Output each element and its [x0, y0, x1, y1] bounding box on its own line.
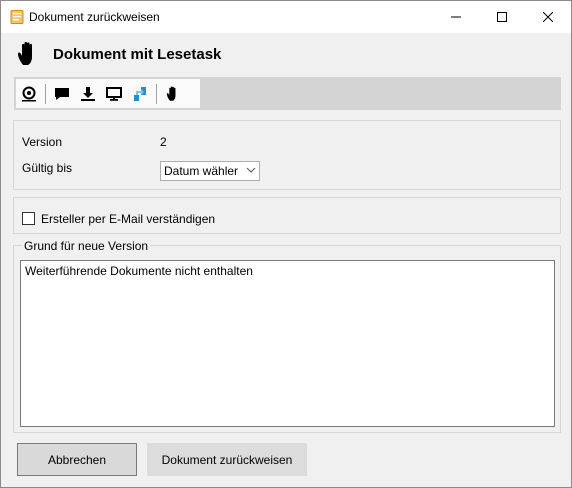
close-button[interactable]	[525, 1, 571, 33]
chevron-down-icon	[246, 167, 256, 173]
cancel-button-label: Abbrechen	[47, 452, 107, 467]
version-label: Version	[22, 135, 63, 149]
reason-textarea[interactable]: Weiterführende Dokumente nicht enthalten	[20, 260, 555, 427]
maximize-icon	[497, 12, 507, 22]
transfer-icon	[134, 86, 146, 101]
page-title: Dokument mit Lesetask	[53, 46, 222, 63]
version-panel: Version 2 Gültig bis Datum wähler	[13, 120, 561, 190]
title-bar[interactable]: Dokument zurückweisen	[1, 1, 571, 33]
hand-stop-icon	[18, 41, 32, 65]
valid-until-label: Gültig bis	[22, 161, 73, 175]
dialog-window: Dokument zurückweisen Dokument mit Leset…	[0, 0, 572, 488]
reject-document-button-label: Dokument zurückweisen	[161, 452, 293, 467]
minimize-button[interactable]	[433, 1, 479, 33]
toolbar-button-download[interactable]	[75, 81, 101, 107]
reason-legend: Grund für neue Version	[22, 239, 151, 253]
dialog-header: Dokument mit Lesetask	[17, 41, 557, 71]
version-value: 2	[160, 135, 167, 149]
notify-panel: Ersteller per E-Mail verständigen	[13, 197, 561, 234]
date-picker[interactable]: Datum wähler	[160, 161, 260, 181]
close-icon	[543, 12, 553, 22]
notify-creator-checkbox[interactable]	[22, 212, 35, 225]
toolbar-button-transfer[interactable]	[127, 81, 153, 107]
comment-icon	[55, 87, 69, 100]
toolbar-button-comment[interactable]	[49, 81, 75, 107]
download-icon	[81, 86, 95, 101]
reason-text: Weiterführende Dokumente nicht enthalten	[25, 264, 253, 278]
toolbar	[14, 77, 561, 110]
hand-stop-icon	[166, 86, 176, 101]
reason-group: Grund für neue Version Weiterführende Do…	[13, 239, 561, 433]
toolbar-button-help[interactable]	[16, 81, 42, 107]
reject-document-button[interactable]: Dokument zurückweisen	[147, 443, 307, 476]
maximize-button[interactable]	[479, 1, 525, 33]
date-picker-value: Datum wähler	[164, 164, 239, 178]
toolbar-group	[16, 79, 200, 108]
toolbar-separator	[45, 83, 46, 104]
toolbar-separator	[156, 83, 157, 104]
cancel-button[interactable]: Abbrechen	[17, 443, 137, 476]
lifebuoy-icon	[22, 86, 36, 101]
toolbar-button-reject[interactable]	[160, 81, 186, 107]
minimize-icon	[451, 16, 461, 18]
notify-creator-label[interactable]: Ersteller per E-Mail verständigen	[41, 212, 215, 226]
window-title: Dokument zurückweisen	[29, 10, 160, 24]
toolbar-button-screen[interactable]	[101, 81, 127, 107]
monitor-icon	[106, 86, 122, 101]
app-document-icon	[10, 10, 24, 24]
